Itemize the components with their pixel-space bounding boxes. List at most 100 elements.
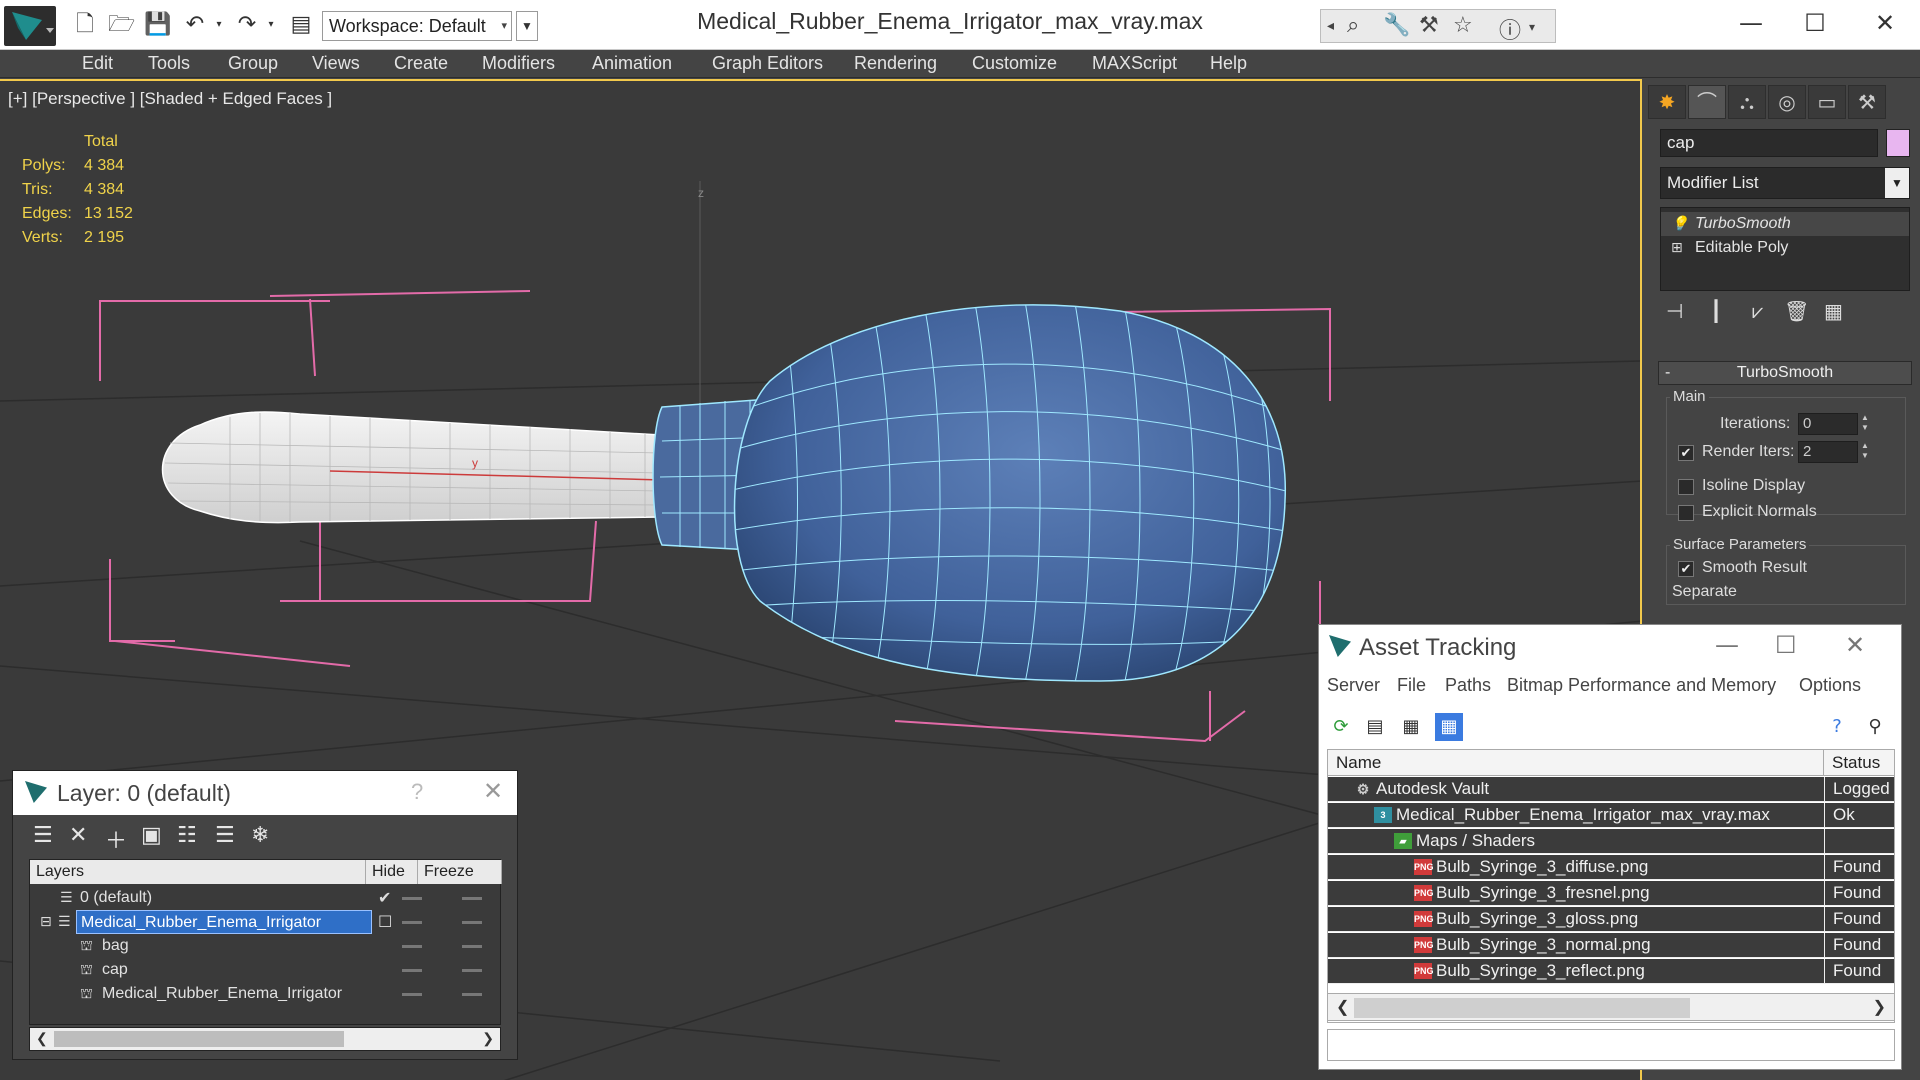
- delete-layer-icon[interactable]: ✕: [69, 823, 87, 848]
- help-dropdown-icon[interactable]: ▾: [1529, 20, 1535, 34]
- asset-row[interactable]: ▰ Maps / Shaders: [1328, 829, 1894, 854]
- pin-stack-icon[interactable]: ⊣: [1666, 299, 1683, 323]
- menu-customize[interactable]: Customize: [972, 53, 1057, 74]
- stack-item-editable-poly[interactable]: ⊞ Editable Poly: [1661, 236, 1909, 260]
- tools-icon[interactable]: ⚒: [1419, 13, 1439, 38]
- help-question-icon[interactable]: ?: [1823, 713, 1851, 741]
- layer-row[interactable]: ⛫ cap: [30, 958, 500, 982]
- redo-icon[interactable]: ↷: [234, 12, 260, 38]
- asset-row[interactable]: PNG Bulb_Syringe_3_normal.png Found: [1328, 933, 1894, 958]
- scrollbar-thumb[interactable]: [54, 1031, 344, 1047]
- asset-row[interactable]: PNG Bulb_Syringe_3_reflect.png Found: [1328, 959, 1894, 984]
- asset-row[interactable]: PNG Bulb_Syringe_3_fresnel.png Found: [1328, 881, 1894, 906]
- menu-help[interactable]: Help: [1210, 53, 1247, 74]
- refresh-icon[interactable]: ⟳: [1327, 713, 1355, 741]
- active-check-icon[interactable]: ✔: [378, 886, 391, 910]
- project-folder-icon[interactable]: ▤: [288, 12, 314, 38]
- hide-toggle[interactable]: [402, 897, 422, 900]
- iterations-spinner[interactable]: 0: [1798, 413, 1858, 435]
- binoculars-icon[interactable]: ⌕: [1347, 13, 1359, 38]
- wrench-icon[interactable]: 🔧: [1383, 13, 1410, 38]
- help-icon[interactable]: ⓘ: [1499, 13, 1521, 45]
- menu-tools[interactable]: Tools: [148, 53, 190, 74]
- maximize-button[interactable]: ☐: [1790, 6, 1840, 40]
- tab-display[interactable]: ▭: [1808, 85, 1846, 119]
- layer-row[interactable]: ☰ 0 (default) ✔: [30, 886, 500, 910]
- maximize-button[interactable]: ☐: [1775, 631, 1797, 659]
- viewport-label[interactable]: [+] [Perspective ] [Shaded + Edged Faces…: [8, 89, 332, 109]
- undo-dropdown-icon[interactable]: ▾: [206, 12, 232, 38]
- scroll-right-icon[interactable]: ❯: [1873, 997, 1886, 1017]
- close-button[interactable]: ✕: [1845, 631, 1865, 659]
- new-file-icon[interactable]: 🗋: [72, 12, 98, 38]
- column-header-status[interactable]: Status: [1824, 750, 1894, 776]
- menu-animation[interactable]: Animation: [592, 53, 672, 74]
- show-end-result-icon[interactable]: ┃: [1710, 299, 1722, 323]
- render-iters-spinner[interactable]: 2: [1798, 441, 1858, 463]
- tab-create[interactable]: ✸: [1648, 85, 1686, 119]
- quick-access-menu-button[interactable]: ▼: [516, 11, 538, 41]
- scroll-left-icon[interactable]: ❮: [36, 1030, 48, 1047]
- menu-paths[interactable]: Paths: [1445, 675, 1491, 696]
- render-iters-checkbox[interactable]: ✔: [1678, 445, 1694, 461]
- layer-row[interactable]: ⛫ Medical_Rubber_Enema_Irrigator: [30, 982, 500, 1006]
- menu-modifiers[interactable]: Modifiers: [482, 53, 555, 74]
- asset-row[interactable]: PNG Bulb_Syringe_3_gloss.png Found: [1328, 907, 1894, 932]
- lightbulb-icon[interactable]: 💡: [1671, 212, 1688, 236]
- configure-sets-icon[interactable]: ▦: [1824, 299, 1843, 323]
- undo-icon[interactable]: ↶: [182, 12, 208, 38]
- scroll-right-icon[interactable]: ❯: [482, 1030, 494, 1047]
- menu-graph-editors[interactable]: Graph Editors: [712, 53, 823, 74]
- column-header-name[interactable]: Name: [1328, 750, 1824, 776]
- stack-item-turbosmooth[interactable]: 💡 TurboSmooth: [1661, 212, 1909, 236]
- checkbox-empty-icon[interactable]: ☐: [378, 910, 392, 934]
- layer-dialog-titlebar[interactable]: Layer: 0 (default) ? ✕: [13, 771, 517, 815]
- freeze-toggle[interactable]: [462, 945, 482, 948]
- object-name-field[interactable]: cap: [1660, 129, 1878, 157]
- spinner-arrows-icon[interactable]: ▲ ▼: [1858, 441, 1872, 463]
- hide-all-layers-icon[interactable]: ☰: [215, 823, 235, 848]
- menu-file[interactable]: File: [1397, 675, 1426, 696]
- hide-toggle[interactable]: [402, 945, 422, 948]
- make-unique-icon[interactable]: ⩗: [1752, 299, 1763, 323]
- close-button[interactable]: ✕: [1860, 6, 1910, 40]
- list-view-icon[interactable]: ▤: [1361, 713, 1389, 741]
- asset-row[interactable]: ⚙ Autodesk Vault Logged C: [1328, 777, 1894, 802]
- freeze-toggle[interactable]: [462, 969, 482, 972]
- menu-server[interactable]: Server: [1327, 675, 1380, 696]
- menu-rendering[interactable]: Rendering: [854, 53, 937, 74]
- tab-utilities[interactable]: ⚒: [1848, 85, 1886, 119]
- menu-views[interactable]: Views: [312, 53, 360, 74]
- freeze-toggle[interactable]: [462, 993, 482, 996]
- column-header-layers[interactable]: Layers: [30, 860, 366, 884]
- freeze-toggle[interactable]: [462, 897, 482, 900]
- spinner-arrows-icon[interactable]: ▲ ▼: [1858, 413, 1872, 435]
- modifier-list-dropdown[interactable]: Modifier List ▼: [1660, 167, 1910, 199]
- freeze-toggle[interactable]: [462, 921, 482, 924]
- help-button[interactable]: ?: [411, 779, 423, 805]
- tab-motion[interactable]: ◎: [1768, 85, 1806, 119]
- new-layer-icon[interactable]: ☰: [33, 823, 53, 848]
- table-view-icon[interactable]: ▦: [1397, 713, 1425, 741]
- tab-modify[interactable]: ⌒: [1688, 85, 1726, 119]
- hide-toggle[interactable]: [402, 993, 422, 996]
- rollout-header[interactable]: - TurboSmooth: [1658, 361, 1912, 385]
- horizontal-scrollbar[interactable]: ❮ ❯: [1327, 993, 1895, 1021]
- hide-toggle[interactable]: [402, 921, 422, 924]
- tab-hierarchy[interactable]: ⛬: [1728, 85, 1766, 119]
- scroll-left-icon[interactable]: ❮: [1336, 997, 1349, 1017]
- collapse-minus-icon[interactable]: ⊟: [40, 910, 52, 934]
- workspace-selector[interactable]: Workspace: Default ▾: [322, 11, 512, 41]
- menu-maxscript[interactable]: MAXScript: [1092, 53, 1177, 74]
- grid-view-icon[interactable]: ▦: [1435, 713, 1463, 741]
- minimize-button[interactable]: —: [1715, 631, 1739, 659]
- vault-help-icon[interactable]: ⚲: [1861, 713, 1889, 741]
- menu-options[interactable]: Options: [1799, 675, 1861, 696]
- horizontal-scrollbar[interactable]: ❮ ❯: [29, 1027, 501, 1051]
- minimize-button[interactable]: —: [1726, 6, 1776, 40]
- asset-path-field[interactable]: [1327, 1029, 1895, 1061]
- hide-toggle[interactable]: [402, 969, 422, 972]
- menu-edit[interactable]: Edit: [82, 53, 113, 74]
- scrollbar-thumb[interactable]: [1354, 998, 1690, 1018]
- select-objects-icon[interactable]: ▣: [141, 823, 162, 848]
